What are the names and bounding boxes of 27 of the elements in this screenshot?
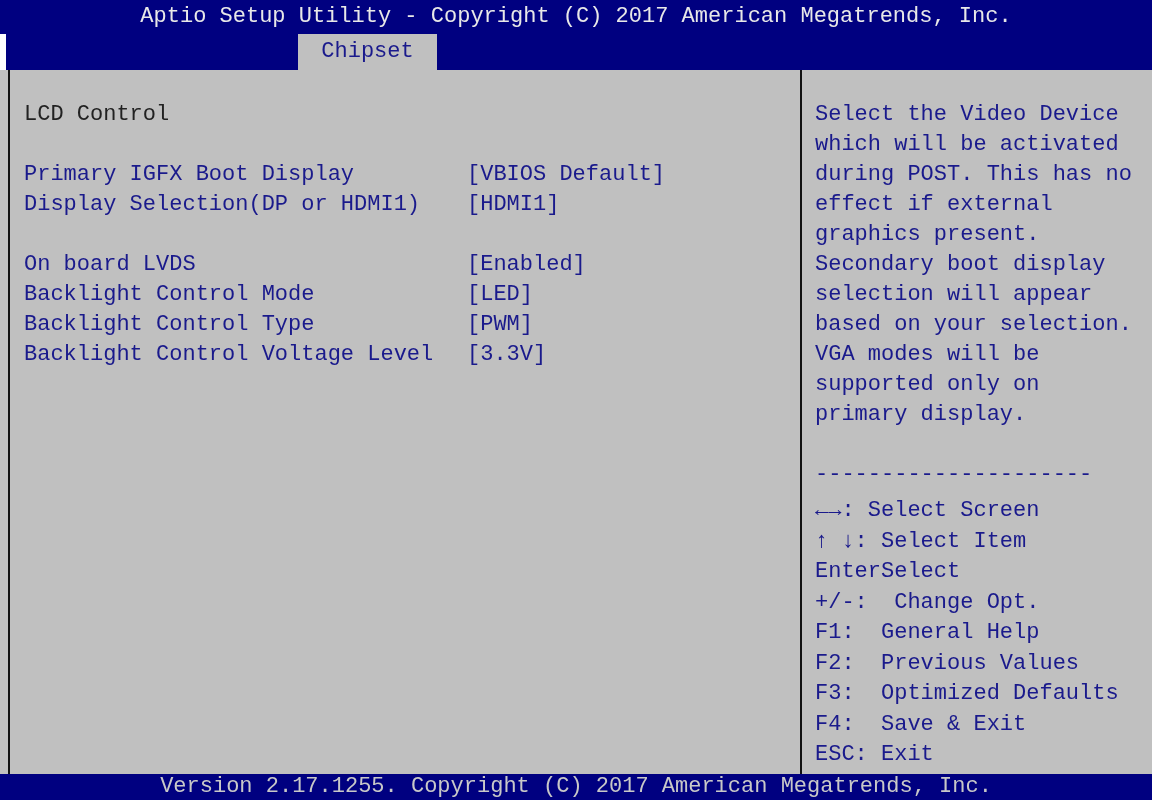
help-text: Select the Video Device which will be activated during POST. This has no effect if external graphics present. Secondary boot display selection will appear based on your selection. VGA modes will be supported only on primary display. [815, 101, 1133, 429]
key-hint: F3: Optimized Defaults [815, 680, 1119, 708]
setting-label[interactable]: Backlight Control Type [24, 310, 315, 340]
key-hint: ←→: Select Screen [815, 497, 1040, 525]
key-hint: F1: General Help [815, 619, 1040, 647]
window-title: Aptio Setup Utility - Copyright (C) 2017 American Megatrends, Inc. [139, 3, 1013, 31]
setting-label[interactable]: On board LVDS [24, 250, 196, 280]
key-hint: ↑ ↓: Select Item [815, 527, 1027, 556]
setting-label[interactable]: Backlight Control Mode [24, 280, 315, 310]
key-hint: EnterSelect [815, 558, 961, 586]
setting-value[interactable]: [LED] [467, 280, 533, 310]
key-hint: F2: Previous Values [815, 649, 1080, 678]
setting-value[interactable]: [VBIOS Default] [467, 160, 666, 190]
setting-value[interactable]: [HDMI1] [467, 190, 560, 220]
setting-label[interactable]: Display Selection(DP or HDMI1) [24, 190, 421, 220]
setting-value[interactable]: [3.3V] [467, 340, 547, 370]
setting-value[interactable]: [Enabled] [467, 250, 586, 280]
version-text: Version 2.17.1255. Copyright (C) 2017 American Megatrends, Inc. [160, 774, 992, 800]
setting-label[interactable]: Primary IGFX Boot Display [24, 160, 355, 190]
help-separator: --------------------- [815, 461, 1093, 489]
key-hint: ESC: Exit [815, 741, 934, 769]
section-heading: LCD Control [24, 101, 171, 129]
tab[interactable]: Chipset [298, 34, 437, 70]
key-hint: F4: Save & Exit [815, 710, 1027, 739]
key-hint: +/-: Change Opt. [815, 588, 1040, 617]
setting-value[interactable]: [PWM] [467, 310, 533, 340]
setting-label[interactable]: Backlight Control Voltage Level [24, 340, 434, 370]
